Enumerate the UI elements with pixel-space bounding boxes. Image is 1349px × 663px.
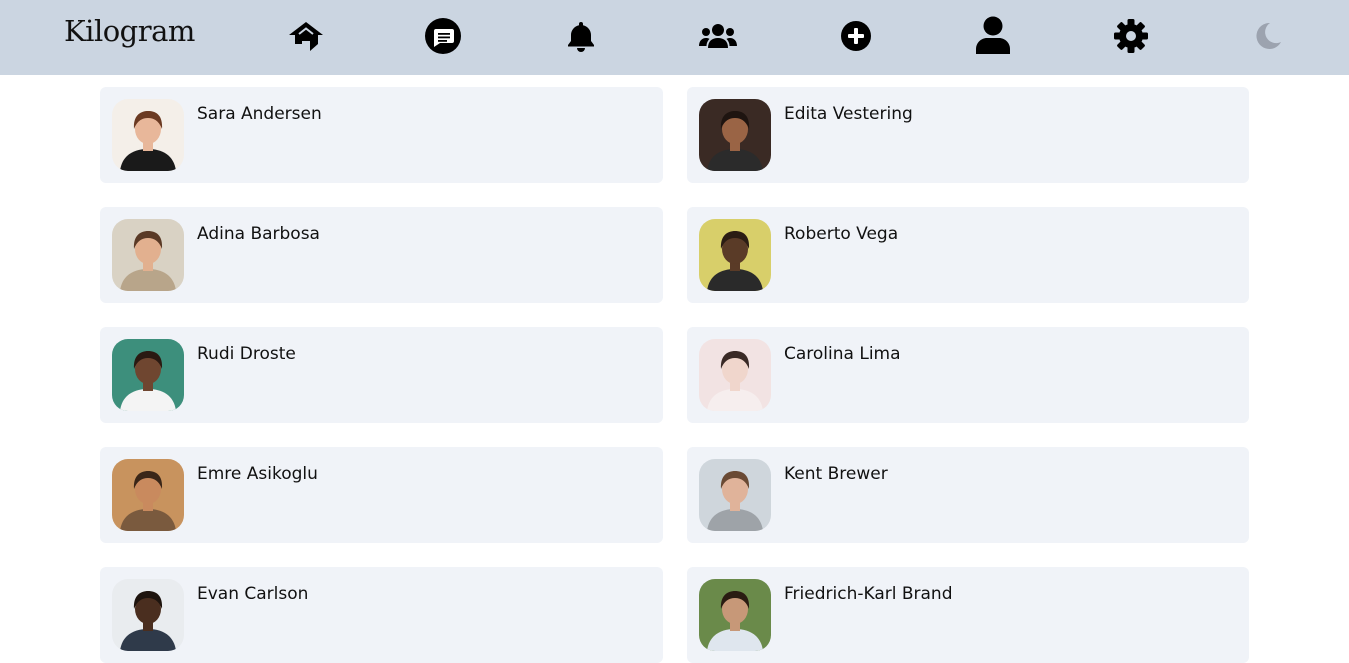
- user-name[interactable]: Rudi Droste: [197, 344, 296, 364]
- user-card[interactable]: Rudi Droste: [100, 327, 663, 423]
- user-card[interactable]: Sara Andersen: [100, 87, 663, 183]
- avatar: [112, 579, 184, 651]
- avatar: [699, 579, 771, 651]
- user-card[interactable]: Kent Brewer: [687, 447, 1249, 543]
- user-name[interactable]: Evan Carlson: [197, 584, 308, 604]
- user-name[interactable]: Friedrich-Karl Brand: [784, 584, 953, 604]
- user-card[interactable]: Adina Barbosa: [100, 207, 663, 303]
- nav-profile-button[interactable]: [971, 14, 1015, 58]
- avatar: [699, 459, 771, 531]
- user-name[interactable]: Roberto Vega: [784, 224, 898, 244]
- users-icon: [699, 24, 737, 48]
- user-card[interactable]: Evan Carlson: [100, 567, 663, 663]
- user-card[interactable]: Roberto Vega: [687, 207, 1249, 303]
- user-grid: Sara Andersen Edita Vestering Adina Barb…: [100, 87, 1249, 663]
- avatar: [699, 339, 771, 411]
- moon-icon: [1256, 22, 1281, 49]
- avatar: [699, 99, 771, 171]
- plus-circle-icon: [841, 21, 871, 51]
- user-name[interactable]: Kent Brewer: [784, 464, 888, 484]
- avatar: [112, 219, 184, 291]
- avatar: [699, 219, 771, 291]
- user-name[interactable]: Sara Andersen: [197, 104, 322, 124]
- user-list: Sara Andersen Edita Vestering Adina Barb…: [100, 87, 1249, 663]
- messages-icon: [425, 18, 461, 54]
- user-card[interactable]: Emre Asikoglu: [100, 447, 663, 543]
- nav-new-post-button[interactable]: [834, 14, 878, 58]
- avatar: [112, 459, 184, 531]
- top-navigation-bar: Kilogram: [0, 0, 1349, 75]
- user-card[interactable]: Carolina Lima: [687, 327, 1249, 423]
- nav-home-button[interactable]: [284, 14, 328, 58]
- user-card[interactable]: Friedrich-Karl Brand: [687, 567, 1249, 663]
- app-logo[interactable]: Kilogram: [64, 14, 195, 48]
- user-name[interactable]: Edita Vestering: [784, 104, 913, 124]
- avatar: [112, 339, 184, 411]
- nav-notifications-button[interactable]: [559, 14, 603, 58]
- dark-mode-toggle[interactable]: [1246, 14, 1290, 58]
- gear-icon: [1114, 19, 1148, 53]
- nav-messages-button[interactable]: [421, 14, 465, 58]
- user-name[interactable]: Carolina Lima: [784, 344, 901, 364]
- home-icon: [289, 22, 323, 51]
- nav-friends-button[interactable]: [696, 14, 740, 58]
- avatar: [112, 99, 184, 171]
- bell-icon: [568, 22, 594, 52]
- user-name[interactable]: Adina Barbosa: [197, 224, 320, 244]
- nav-settings-button[interactable]: [1109, 14, 1153, 58]
- user-icon: [976, 16, 1010, 54]
- user-name[interactable]: Emre Asikoglu: [197, 464, 318, 484]
- user-card[interactable]: Edita Vestering: [687, 87, 1249, 183]
